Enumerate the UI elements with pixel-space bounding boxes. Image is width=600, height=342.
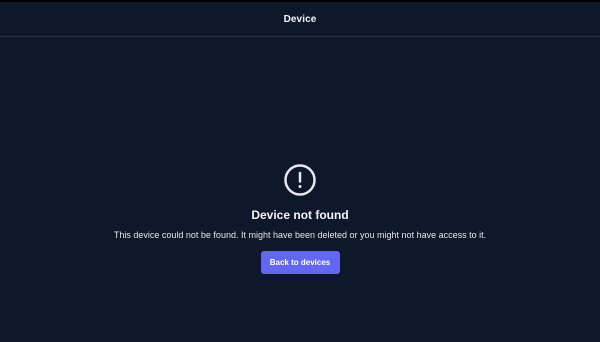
state-title: Device not found <box>251 208 349 222</box>
device-page: Device Device not found This device coul… <box>0 0 600 342</box>
device-not-found-state: Device not found This device could not b… <box>0 160 600 274</box>
back-to-devices-button[interactable]: Back to devices <box>260 251 340 274</box>
page-title: Device <box>283 13 317 25</box>
exclamation-circle-icon <box>280 160 320 200</box>
page-header: Device <box>0 2 600 37</box>
state-message: This device could not be found. It might… <box>113 230 487 240</box>
